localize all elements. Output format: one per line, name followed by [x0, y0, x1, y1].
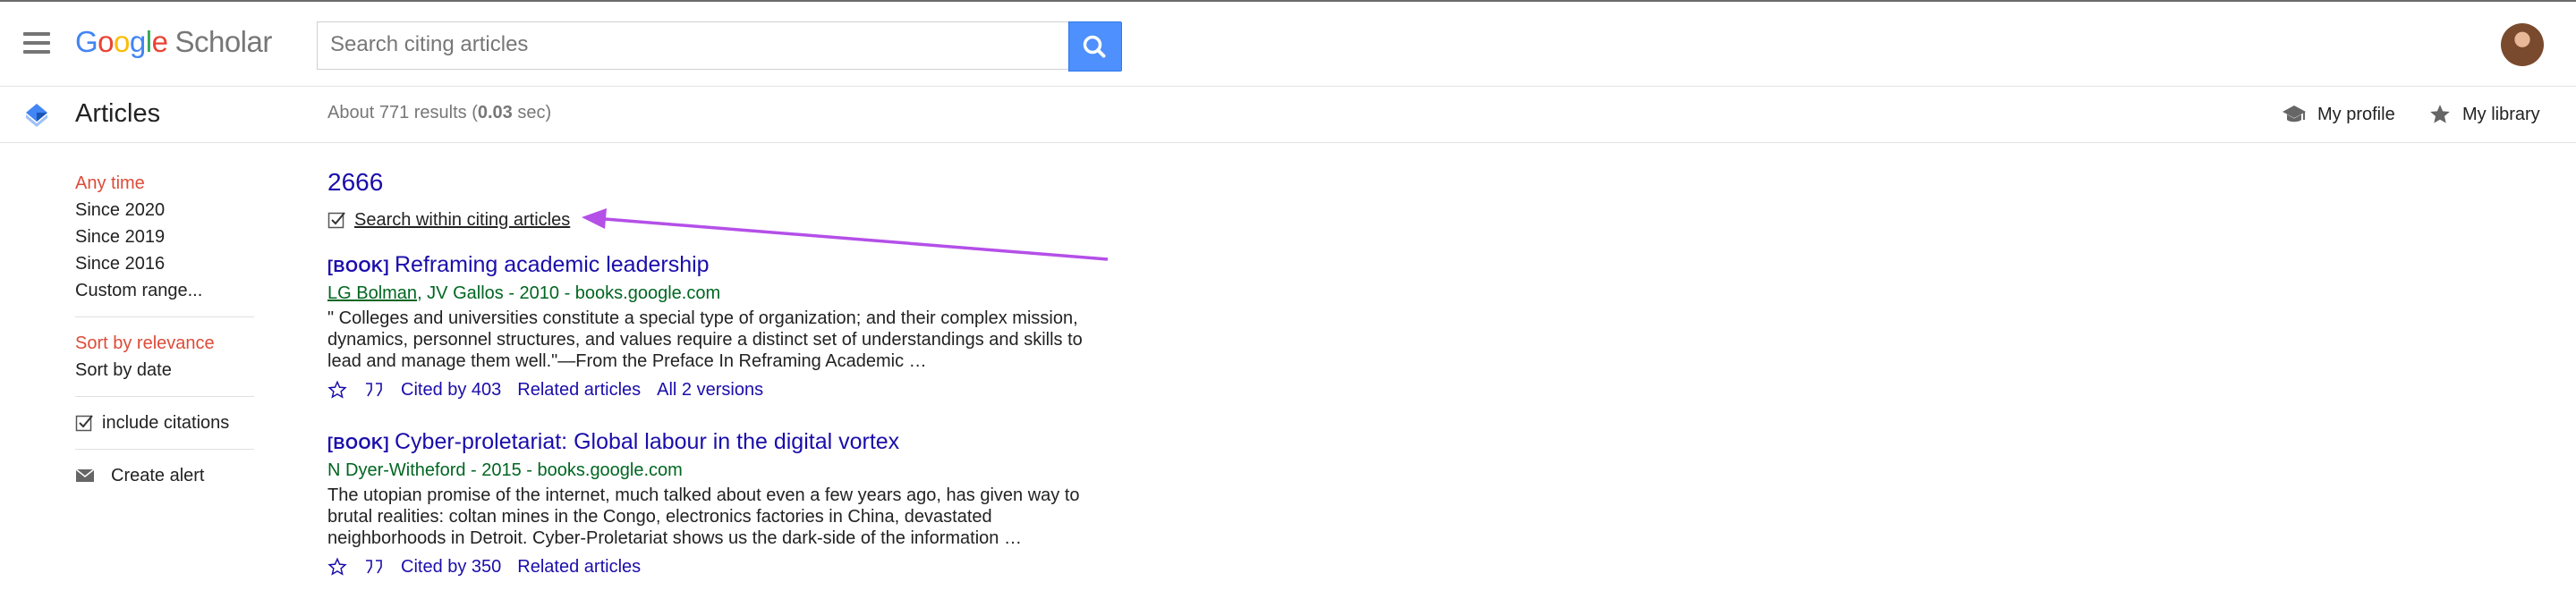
sub-header: Articles About 771 results (0.03 sec) My…: [0, 86, 2576, 143]
result-title: Cyber-proletariat: Global labour in the …: [395, 429, 900, 454]
section-title: Articles: [75, 99, 161, 128]
sidebar-divider: [75, 316, 254, 317]
sidebar: Any time Since 2020 Since 2019 Since 201…: [75, 170, 254, 489]
cited-by-link[interactable]: Cited by 403: [401, 380, 501, 401]
create-alert-link[interactable]: Create alert: [75, 462, 254, 489]
filter-custom-range[interactable]: Custom range...: [75, 277, 254, 304]
sidebar-divider: [75, 449, 254, 450]
result-item: [BOOK] Cyber-proletariat: Global labour i…: [327, 427, 1115, 579]
save-star-icon[interactable]: [327, 380, 347, 400]
include-citations-label: include citations: [102, 412, 230, 433]
all-versions-link[interactable]: All 2 versions: [657, 380, 763, 401]
filter-since-2019[interactable]: Since 2019: [75, 224, 254, 250]
result-stats: About 771 results (0.03 sec): [327, 103, 552, 122]
cite-quote-icon[interactable]: [363, 558, 385, 576]
search-box: [317, 21, 1068, 70]
result-snippet: The utopian promise of the internet, muc…: [327, 485, 1080, 548]
author-profile-link[interactable]: LG Bolman: [327, 283, 417, 303]
google-scholar-logo[interactable]: Google Scholar: [75, 25, 272, 59]
create-alert-label: Create alert: [111, 465, 205, 485]
filter-since-2016[interactable]: Since 2016: [75, 250, 254, 277]
result-snippet: " Colleges and universities constitute a…: [327, 308, 1083, 371]
save-star-icon[interactable]: [327, 557, 347, 577]
hamburger-menu-icon[interactable]: [23, 32, 50, 54]
cited-by-link[interactable]: Cited by 350: [401, 557, 501, 578]
result-actions: Cited by 350 Related articles: [327, 554, 1115, 579]
result-actions: Cited by 403 Related articles All 2 vers…: [327, 377, 1115, 402]
graduation-cap-icon: [2283, 105, 2306, 122]
results-area: 2666 Search within citing articles [BOOK…: [327, 168, 1115, 579]
user-avatar[interactable]: [2501, 23, 2544, 66]
filter-since-2020[interactable]: Since 2020: [75, 197, 254, 224]
top-bar: Google Scholar: [0, 2, 2576, 86]
sidebar-divider: [75, 396, 254, 397]
sort-by-date[interactable]: Sort by date: [75, 357, 254, 384]
search-icon: [1083, 35, 1106, 58]
sort-by-relevance[interactable]: Sort by relevance: [75, 330, 254, 357]
result-title-link[interactable]: [BOOK] Cyber-proletariat: Global labour i…: [327, 427, 1115, 456]
result-title: Reframing academic leadership: [395, 252, 710, 277]
filter-any-time[interactable]: Any time: [75, 170, 254, 197]
my-library-link[interactable]: My library: [2428, 99, 2540, 130]
envelope-icon: [75, 468, 95, 482]
result-authors: N Dyer-Witheford - 2015 - books.google.c…: [327, 460, 683, 480]
checkbox-checked-icon: [75, 415, 93, 432]
result-type-tag: [BOOK]: [327, 257, 389, 275]
articles-icon: [26, 104, 47, 127]
related-articles-link[interactable]: Related articles: [517, 380, 641, 401]
include-citations-toggle[interactable]: include citations: [75, 409, 254, 436]
result-authors: LG Bolman, JV Gallos - 2010 - books.goog…: [327, 283, 721, 303]
star-icon: [2430, 105, 2450, 123]
cited-count-link[interactable]: 2666: [327, 168, 383, 200]
search-within-label: Search within citing articles: [354, 209, 571, 230]
cite-quote-icon[interactable]: [363, 381, 385, 399]
search-within-citing-toggle[interactable]: Search within citing articles: [327, 207, 1115, 232]
result-title-link[interactable]: [BOOK] Reframing academic leadership: [327, 250, 1115, 279]
result-type-tag: [BOOK]: [327, 434, 389, 452]
checkbox-checked-icon: [327, 212, 345, 229]
search-button[interactable]: [1068, 21, 1122, 72]
result-item: [BOOK] Reframing academic leadership LG B…: [327, 250, 1115, 402]
my-profile-link[interactable]: My profile: [2282, 99, 2395, 130]
related-articles-link[interactable]: Related articles: [517, 557, 641, 578]
search-input[interactable]: [318, 22, 1046, 67]
